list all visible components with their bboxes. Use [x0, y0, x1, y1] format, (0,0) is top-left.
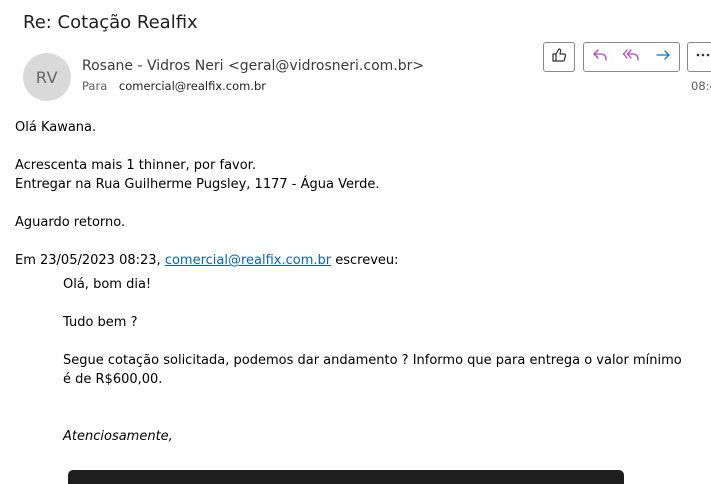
signature: Atenciosamente, — [63, 429, 173, 444]
avatar[interactable]: RV — [23, 53, 71, 101]
reply-all-button[interactable] — [615, 42, 648, 72]
to-label: Para — [82, 79, 108, 93]
quote-header-suffix: escreveu: — [331, 253, 399, 268]
to-address[interactable]: comercial@realfix.com.br — [119, 79, 266, 93]
quoted-message: Olá, bom dia! Tudo bem ? Segue cotação s… — [63, 275, 683, 446]
reply-icon — [591, 46, 609, 68]
like-button[interactable] — [543, 42, 575, 72]
quote-header: Em 23/05/2023 08:23, comercial@realfix.c… — [15, 251, 695, 270]
quoted-line: Olá, bom dia! — [63, 277, 152, 292]
body-line: Aguardo retorno. — [15, 215, 126, 230]
email-subject: Re: Cotação Realfix — [23, 12, 198, 33]
recipient-row: Para comercial@realfix.com.br — [82, 79, 266, 93]
embedded-image — [68, 470, 624, 484]
message-time: 08:4 — [691, 79, 711, 93]
body-line: Entregar na Rua Guilherme Pugsley, 1177 … — [15, 177, 380, 192]
forward-icon — [654, 46, 672, 68]
message-body: Olá Kawana. Acrescenta mais 1 thinner, p… — [15, 118, 695, 270]
body-line: Acrescenta mais 1 thinner, por favor. — [15, 158, 256, 173]
forward-button[interactable] — [647, 42, 680, 72]
greeting: Olá Kawana. — [15, 120, 97, 135]
more-icon — [694, 46, 711, 68]
sender-name[interactable]: Rosane - Vidros Neri <geral@vidrosneri.c… — [82, 58, 424, 74]
quote-header-prefix: Em 23/05/2023 08:23, — [15, 253, 165, 268]
reply-button[interactable] — [583, 42, 616, 72]
quoted-line: Tudo bem ? — [63, 315, 138, 330]
thumbs-up-icon — [550, 46, 568, 68]
quote-header-link[interactable]: comercial@realfix.com.br — [165, 253, 331, 268]
quoted-line: Segue cotação solicitada, podemos dar an… — [63, 353, 682, 387]
reply-all-icon — [622, 46, 640, 68]
more-actions-button[interactable] — [687, 42, 711, 72]
